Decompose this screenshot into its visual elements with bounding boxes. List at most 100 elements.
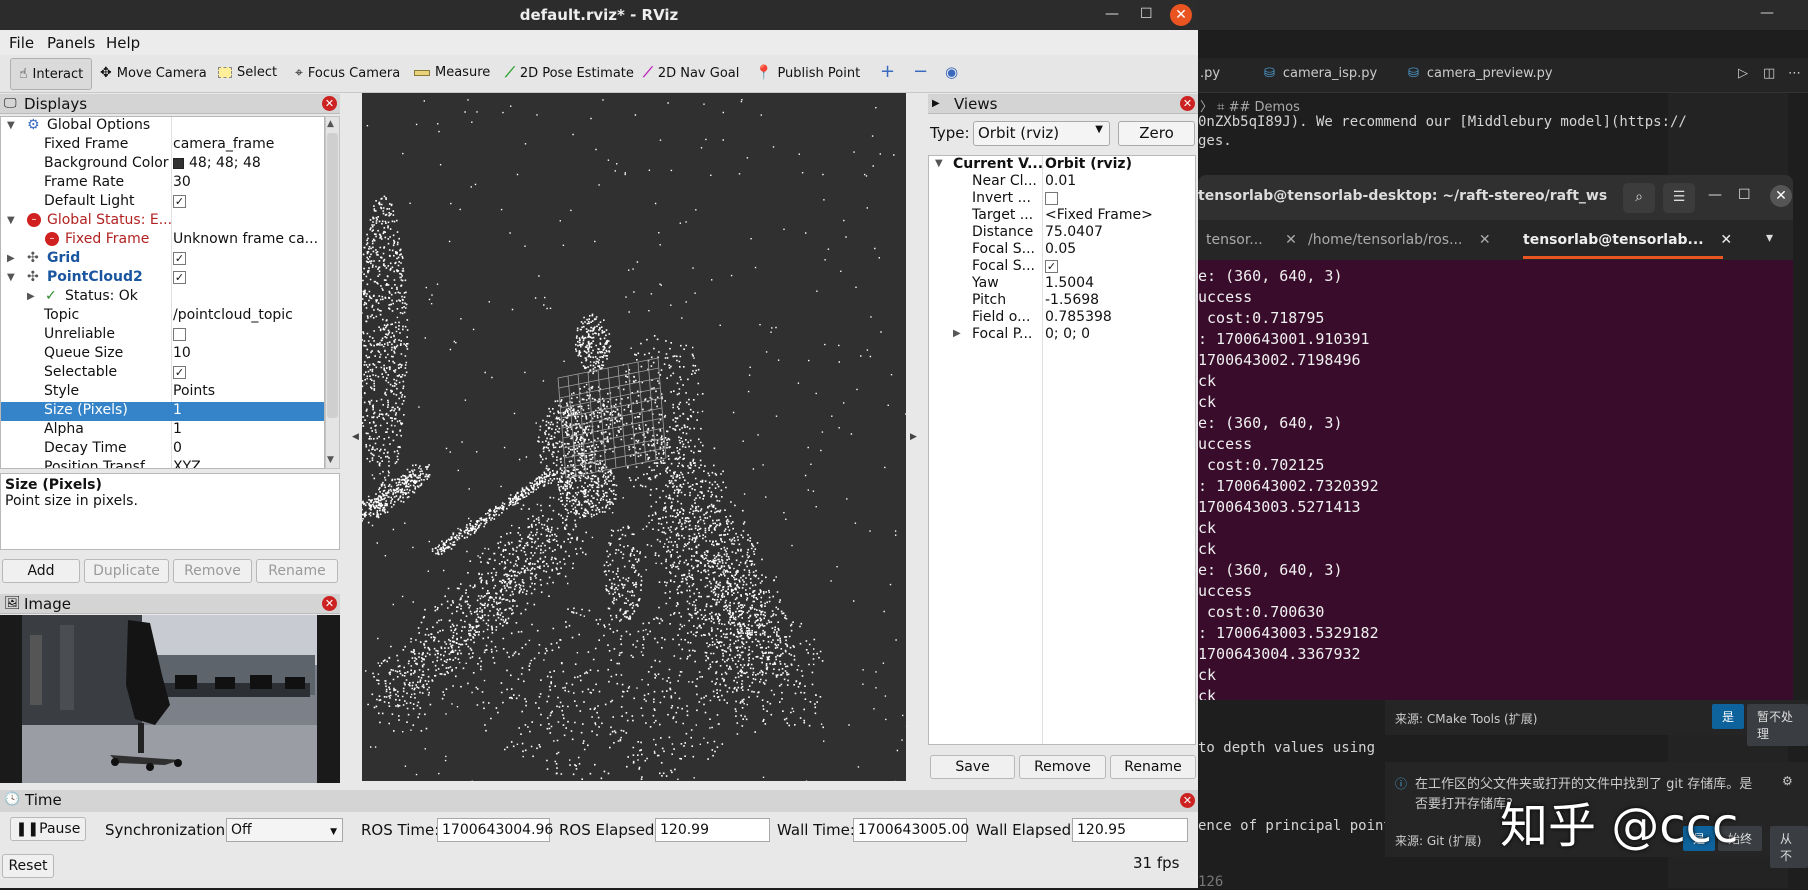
scroll-up-icon[interactable]: ▲ (327, 119, 334, 129)
publish-point-button[interactable]: 📍 Publish Point (755, 65, 860, 81)
add-button[interactable]: Add (2, 559, 80, 583)
eye-icon[interactable]: ◉ (945, 63, 958, 81)
select-tool-button[interactable]: Select (218, 65, 277, 80)
close-panel-icon[interactable]: ✕ (322, 96, 337, 111)
global-options-row[interactable]: ▼ ⚙ Global Options (1, 117, 324, 136)
view-property-row[interactable]: Field o... 0.785398 (929, 309, 1195, 326)
more-actions-icon[interactable]: ⋯ (1788, 66, 1801, 81)
chevron-down-icon[interactable]: ▾ (1766, 230, 1773, 246)
terminal-tab[interactable]: /home/tensorlab/ros... ✕ (1308, 232, 1491, 248)
unreliable-row[interactable]: Unreliable (1, 326, 324, 345)
checkbox[interactable] (173, 327, 186, 341)
remove-tool-icon[interactable]: − (913, 61, 928, 82)
view-property-row[interactable]: Target ... <Fixed Frame> (929, 207, 1195, 224)
status-ok-row[interactable]: ▶ ✓ Status: Ok (1, 288, 324, 307)
position-transformer-row[interactable]: Position Transf... XYZ (1, 459, 324, 468)
close-panel-icon[interactable]: ✕ (1180, 793, 1195, 808)
view-property-row[interactable]: Distance 75.0407 (929, 224, 1195, 241)
view-property-row[interactable]: Invert ... (929, 190, 1195, 207)
editor-tab[interactable]: .py (1200, 66, 1220, 81)
global-status-row[interactable]: ▼ – Global Status: E... (1, 212, 324, 231)
pause-button[interactable]: ❚❚Pause (10, 817, 86, 841)
remove-button[interactable]: Remove (173, 559, 252, 583)
gear-icon[interactable]: ⚙ (1782, 774, 1793, 788)
scrollbar-thumb[interactable] (327, 133, 338, 418)
duplicate-button[interactable]: Duplicate (84, 559, 169, 583)
current-view-row[interactable]: ▼ Current V... Orbit (rviz) (929, 156, 1195, 173)
topic-row[interactable]: Topic/pointcloud_topic (1, 307, 324, 326)
terminal-tab-active[interactable]: tensorlab@tensorlab... ✕ (1523, 232, 1732, 248)
default-light-row[interactable]: Default Light ✓ (1, 193, 324, 212)
checkbox[interactable]: ✓ (173, 194, 186, 208)
checkbox[interactable] (1045, 191, 1058, 205)
close-icon[interactable]: ✕ (1770, 185, 1792, 207)
save-view-button[interactable]: Save (930, 755, 1015, 779)
alpha-row[interactable]: Alpha 1 (1, 421, 324, 440)
close-panel-icon[interactable]: ✕ (322, 596, 337, 611)
decay-time-row[interactable]: Decay Time 0 (1, 440, 324, 459)
checkbox[interactable]: ✓ (1045, 259, 1058, 273)
close-panel-icon[interactable]: ✕ (1180, 96, 1195, 111)
frame-rate-row[interactable]: Frame Rate 30 (1, 174, 324, 193)
color-swatch[interactable] (173, 157, 184, 169)
rename-button[interactable]: Rename (256, 559, 338, 583)
view-property-row[interactable]: Yaw 1.5004 (929, 275, 1195, 292)
grid-row[interactable]: ▶ ✣ Grid ✓ (1, 250, 324, 269)
run-icon[interactable]: ▷ (1738, 66, 1748, 81)
background-color-row[interactable]: Background Color 48; 48; 48 (1, 155, 324, 174)
expand-arrow-icon[interactable]: ▶ (7, 253, 15, 264)
scroll-down-icon[interactable]: ▼ (327, 455, 334, 465)
view-property-row[interactable]: Pitch -1.5698 (929, 292, 1195, 309)
view-type-select[interactable]: Orbit (rviz) ▼ (973, 121, 1110, 146)
2d-pose-estimate-button[interactable]: ⟋ 2D Pose Estimate (505, 65, 634, 81)
expand-arrow-icon[interactable]: ▼ (7, 272, 15, 283)
menu-help[interactable]: Help (106, 34, 140, 52)
add-tool-icon[interactable]: + (880, 61, 895, 82)
yes-button[interactable]: 是 (1712, 704, 1745, 729)
pointcloud2-row[interactable]: ▼ ✣ PointCloud2 ✓ (1, 269, 324, 288)
menu-panels[interactable]: Panels (47, 34, 95, 52)
wall-time-field[interactable]: 1700643005.00 (853, 818, 969, 842)
measure-tool-button[interactable]: Measure (414, 65, 490, 80)
collapse-right-icon[interactable]: ▶ (910, 432, 917, 442)
minimize-icon[interactable]: — (1708, 187, 1722, 203)
search-icon[interactable]: ⌕ (1623, 183, 1655, 213)
fixed-frame-row[interactable]: Fixed Frame camera_frame (1, 136, 324, 155)
view-property-row[interactable]: Focal S... 0.05 (929, 241, 1195, 258)
ros-time-field[interactable]: 1700643004.96 (437, 818, 553, 842)
split-editor-icon[interactable]: ◫ (1763, 66, 1775, 81)
bg-minimize-icon[interactable]: — (1760, 5, 1774, 21)
3d-viewport[interactable] (362, 93, 906, 781)
rename-view-button[interactable]: Rename (1110, 755, 1196, 779)
not-now-button[interactable]: 暂不处理 (1747, 704, 1808, 746)
fixed-frame-status-row[interactable]: – Fixed Frame Unknown frame ca... (1, 231, 324, 250)
terminal-window[interactable]: tensorlab@tensorlab-desktop: ~/raft-ster… (1198, 175, 1793, 700)
style-row[interactable]: Style Points (1, 383, 324, 402)
displays-scrollbar[interactable]: ▲ ▼ (325, 116, 340, 469)
maximize-icon[interactable]: ☐ (1738, 187, 1751, 203)
view-property-row[interactable]: Near Cl... 0.01 (929, 173, 1195, 190)
expand-arrow-icon[interactable]: ▼ (935, 158, 943, 169)
view-property-row[interactable]: ▶ Focal P... 0; 0; 0 (929, 326, 1195, 343)
interact-tool-button[interactable]: ☝ Interact (10, 58, 93, 90)
remove-view-button[interactable]: Remove (1019, 755, 1106, 779)
expand-arrow-icon[interactable]: ▶ (27, 291, 35, 302)
move-camera-tool-button[interactable]: ✥ Move Camera (100, 65, 207, 81)
editor-tab[interactable]: ⛁ camera_isp.py (1264, 66, 1377, 81)
never-button[interactable]: 从不 (1770, 826, 1808, 868)
zero-button[interactable]: Zero (1118, 121, 1195, 146)
maximize-icon[interactable]: ☐ (1140, 6, 1153, 22)
checkbox[interactable]: ✓ (173, 270, 186, 284)
2d-nav-goal-button[interactable]: ⟋ 2D Nav Goal (643, 65, 739, 81)
size-pixels-row[interactable]: Size (Pixels) 1 (1, 402, 324, 421)
expand-arrow-icon[interactable]: ▼ (7, 120, 15, 131)
editor-tab[interactable]: ⛁ camera_preview.py (1408, 66, 1553, 81)
queue-size-row[interactable]: Queue Size 10 (1, 345, 324, 364)
reset-button[interactable]: Reset (2, 854, 54, 878)
sync-select[interactable]: Off ▼ (226, 818, 343, 842)
collapse-left-icon[interactable]: ◀ (352, 432, 359, 442)
hamburger-menu-icon[interactable]: ☰ (1663, 183, 1695, 213)
close-icon[interactable]: ✕ (1170, 4, 1192, 26)
checkbox[interactable]: ✓ (173, 251, 186, 265)
pointcloud-render[interactable] (362, 93, 906, 781)
